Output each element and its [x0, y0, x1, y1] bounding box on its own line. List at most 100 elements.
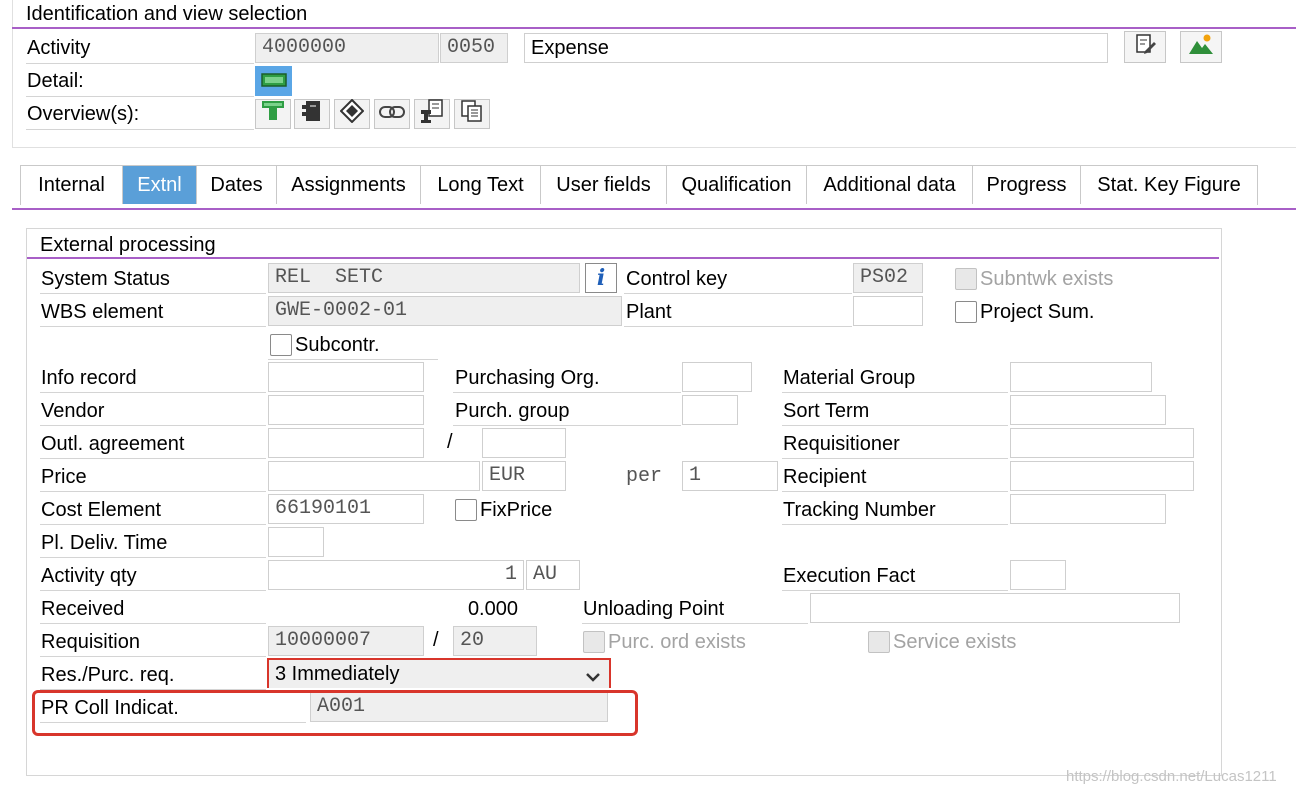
- overview-relationships-button[interactable]: [374, 99, 410, 129]
- per-field[interactable]: 1: [682, 461, 778, 491]
- subcontr-underline: [268, 359, 438, 360]
- execution-fact-label: Execution Fact: [783, 565, 916, 587]
- wbs-element-field[interactable]: GWE-0002-01: [268, 296, 622, 326]
- tab-dates[interactable]: Dates: [197, 166, 277, 204]
- recipient-underline: [782, 491, 1008, 492]
- deliv-time-field[interactable]: [268, 527, 324, 557]
- detail-label: Detail:: [27, 70, 84, 92]
- activity-qty-field[interactable]: 1: [268, 560, 524, 590]
- unloading-point-underline: [582, 623, 808, 624]
- res-purc-req-selected: 3 Immediately: [275, 663, 400, 685]
- vendor-label: Vendor: [41, 400, 105, 422]
- received-value: 0.000: [467, 598, 518, 620]
- control-key-field[interactable]: PS02: [853, 263, 923, 293]
- tab-stat-key-figure[interactable]: Stat. Key Figure: [1081, 166, 1257, 204]
- execution-fact-field[interactable]: [1010, 560, 1066, 590]
- sort-term-field[interactable]: [1010, 395, 1166, 425]
- purchasing-org-label: Purchasing Org.: [455, 367, 600, 389]
- tab-additional-data[interactable]: Additional data: [807, 166, 973, 204]
- fixprice-checkbox[interactable]: [455, 499, 477, 521]
- tab-internal[interactable]: Internal: [21, 166, 123, 204]
- activity-number-field[interactable]: 0050: [440, 33, 508, 63]
- subcontr-label: Subcontr.: [295, 334, 380, 356]
- plant-underline: [624, 326, 852, 327]
- tab-user-fields[interactable]: User fields: [541, 166, 667, 204]
- subcontr-checkbox[interactable]: [270, 334, 292, 356]
- price-underline: [40, 491, 266, 492]
- outl-agreement-item-field[interactable]: [482, 428, 566, 458]
- tab-extnl[interactable]: Extnl: [123, 166, 197, 204]
- plant-field[interactable]: [853, 296, 923, 326]
- project-sum-checkbox[interactable]: [955, 301, 977, 323]
- cost-element-field[interactable]: 66190101: [268, 494, 424, 524]
- overview-copy-button[interactable]: [454, 99, 490, 129]
- control-key-label: Control key: [626, 268, 728, 290]
- milestone-diamond-icon: [339, 98, 365, 129]
- watermark: https://blog.csdn.net/Lucas1211: [1066, 768, 1277, 785]
- control-key-underline: [624, 293, 852, 294]
- header-divider: [12, 27, 1296, 29]
- price-field[interactable]: [268, 461, 480, 491]
- requisitioner-underline: [782, 458, 1008, 459]
- image-button[interactable]: [1180, 31, 1222, 63]
- deliv-time-label: Pl. Deliv. Time: [41, 532, 168, 554]
- info-icon: i: [596, 265, 606, 291]
- unloading-point-label: Unloading Point: [583, 598, 725, 620]
- recipient-field[interactable]: [1010, 461, 1194, 491]
- tab-assignments[interactable]: Assignments: [277, 166, 421, 204]
- outl-agreement-field[interactable]: [268, 428, 424, 458]
- detail-view-button[interactable]: [255, 66, 292, 96]
- unloading-point-field[interactable]: [810, 593, 1180, 623]
- cost-element-label: Cost Element: [41, 499, 162, 521]
- overview-documents-button[interactable]: [414, 99, 450, 129]
- deliv-time-underline: [40, 557, 266, 558]
- activity-description-field[interactable]: Expense: [524, 33, 1108, 63]
- res-purc-req-dropdown[interactable]: 3 Immediately: [267, 658, 611, 688]
- per-label: per: [626, 465, 663, 488]
- requisitioner-field[interactable]: [1010, 428, 1194, 458]
- vendor-field[interactable]: [268, 395, 424, 425]
- highlight-box: [32, 690, 638, 736]
- purc-ord-exists-label: Purc. ord exists: [608, 631, 746, 653]
- purch-group-underline: [453, 425, 681, 426]
- tracking-number-field[interactable]: [1010, 494, 1166, 524]
- overview-components-button[interactable]: [294, 99, 330, 129]
- tab-qualification[interactable]: Qualification: [667, 166, 807, 204]
- overview-label-underline: [26, 129, 254, 130]
- activity-qty-label: Activity qty: [41, 565, 137, 587]
- info-record-underline: [40, 392, 266, 393]
- cost-element-underline: [40, 524, 266, 525]
- copy-pages-icon: [460, 99, 484, 129]
- group-title: External processing: [40, 234, 216, 256]
- tab-progress[interactable]: Progress: [973, 166, 1081, 204]
- edit-document-icon: [1133, 32, 1157, 62]
- requisition-label: Requisition: [41, 631, 140, 653]
- overview-label: Overview(s):: [27, 103, 140, 125]
- edit-document-button[interactable]: [1124, 31, 1166, 63]
- outl-agreement-slash: /: [447, 431, 453, 453]
- overview-table-button[interactable]: [255, 99, 291, 129]
- price-label: Price: [41, 466, 87, 488]
- system-status-field: REL SETC: [268, 263, 580, 293]
- activity-label-underline: [26, 63, 254, 64]
- received-label: Received: [41, 598, 125, 620]
- status-info-button[interactable]: i: [585, 263, 617, 293]
- tab-long-text[interactable]: Long Text: [421, 166, 541, 204]
- material-group-field[interactable]: [1010, 362, 1152, 392]
- tab-strip-divider: [12, 208, 1296, 210]
- header-section-title: Identification and view selection: [26, 3, 308, 25]
- purch-group-field[interactable]: [682, 395, 738, 425]
- project-sum-label: Project Sum.: [980, 301, 1095, 323]
- info-record-field[interactable]: [268, 362, 424, 392]
- subntwk-exists-checkbox: [955, 268, 977, 290]
- res-purc-req-label: Res./Purc. req.: [41, 664, 175, 686]
- overview-milestones-button[interactable]: [334, 98, 370, 129]
- activity-qty-unit-field[interactable]: AU: [526, 560, 580, 590]
- tracking-number-underline: [782, 524, 1008, 525]
- material-group-label: Material Group: [783, 367, 916, 389]
- currency-field[interactable]: EUR: [482, 461, 566, 491]
- activity-network-field[interactable]: 4000000: [255, 33, 439, 63]
- outl-agreement-underline: [40, 458, 266, 459]
- purchasing-org-field[interactable]: [682, 362, 752, 392]
- detail-label-underline: [26, 96, 254, 97]
